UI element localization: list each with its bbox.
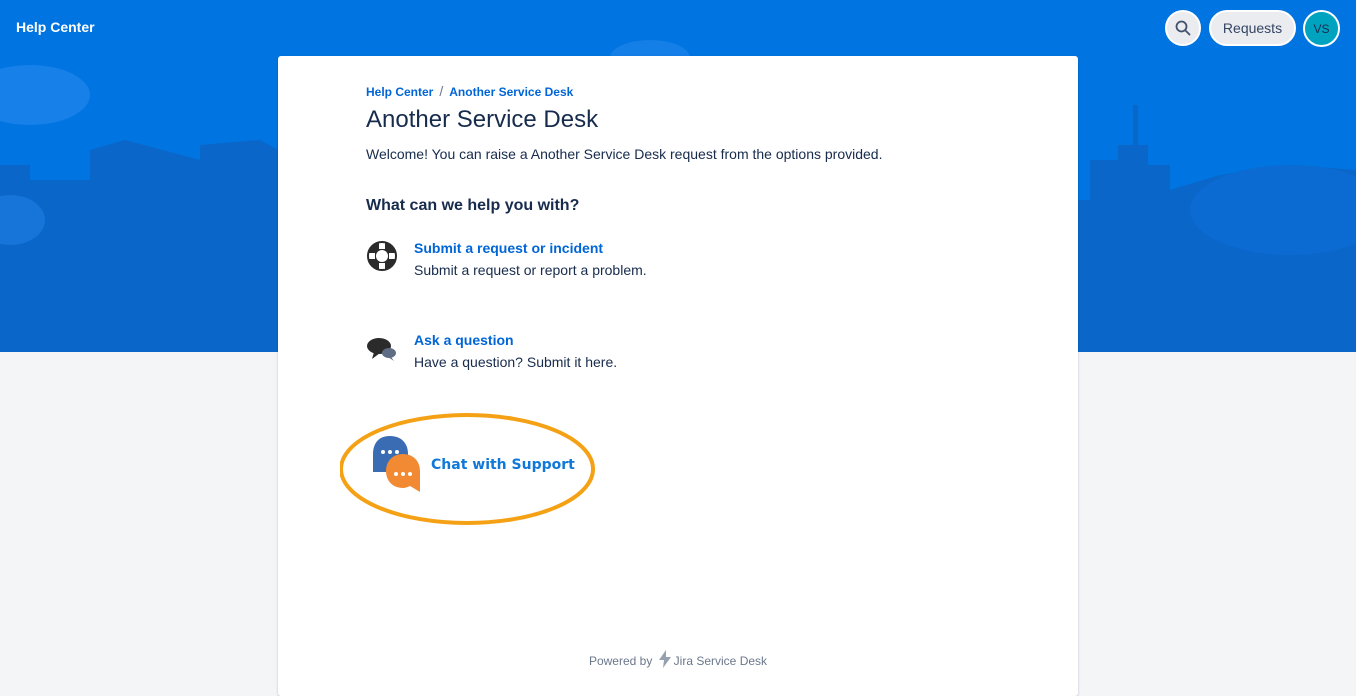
chat-with-support-link[interactable]: Chat with Support: [431, 457, 575, 473]
help-center-link[interactable]: Help Center: [16, 19, 95, 35]
jira-bolt-icon: [658, 650, 671, 668]
request-type-ask-question[interactable]: Ask a question Have a question? Submit i…: [366, 332, 866, 376]
request-type-submit-request[interactable]: Submit a request or incident Submit a re…: [366, 240, 866, 284]
footer: Powered by Jira Service Desk: [278, 650, 1078, 668]
option-name[interactable]: Ask a question: [414, 332, 514, 348]
speech-bubbles-icon: [367, 338, 396, 361]
jira-service-desk-link[interactable]: Jira Service Desk: [674, 654, 767, 668]
breadcrumb-help-center[interactable]: Help Center: [366, 85, 433, 99]
portal-card: Help Center / Another Service Desk Another…: [278, 56, 1078, 696]
page-title: Another Service Desk: [366, 106, 599, 133]
help-heading: What can we help you with?: [366, 197, 580, 214]
welcome-message: Welcome! You can raise a Another Service…: [366, 146, 883, 162]
breadcrumb-separator: /: [439, 83, 444, 99]
breadcrumb-service-desk[interactable]: Another Service Desk: [449, 85, 573, 99]
search-icon: [1175, 20, 1191, 36]
requests-button[interactable]: Requests: [1209, 10, 1296, 46]
breadcrumb: Help Center / Another Service Desk: [366, 83, 573, 99]
chat-with-support[interactable]: Chat with Support: [340, 412, 600, 528]
option-description: Submit a request or report a problem.: [414, 262, 647, 278]
option-description: Have a question? Submit it here.: [414, 354, 618, 370]
chat-bubbles-icon: [373, 436, 420, 492]
option-name[interactable]: Submit a request or incident: [414, 240, 603, 256]
avatar[interactable]: VS: [1303, 10, 1340, 47]
search-button[interactable]: [1165, 10, 1201, 46]
lifebuoy-icon: [367, 241, 397, 271]
powered-by-text: Powered by: [588, 654, 653, 668]
top-navigation: Help Center Requests VS: [0, 0, 1356, 56]
